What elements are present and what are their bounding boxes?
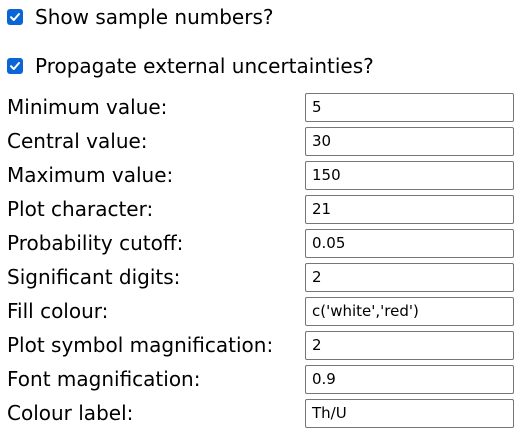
checkmark-icon	[10, 13, 20, 21]
colour-label-input[interactable]: Th/U	[305, 399, 514, 428]
plot-symbol-magnification-row: Plot symbol magnification: 2	[0, 328, 521, 362]
colour-label-label: Colour label:	[7, 401, 134, 425]
significant-digits-input[interactable]: 2	[305, 263, 514, 292]
minimum-value-label: Minimum value:	[7, 95, 168, 119]
probability-cutoff-row: Probability cutoff: 0.05	[0, 226, 521, 260]
font-magnification-row: Font magnification: 0.9	[0, 362, 521, 396]
minimum-value-row: Minimum value: 5	[0, 90, 521, 124]
font-magnification-label: Font magnification:	[7, 367, 201, 391]
maximum-value-label: Maximum value:	[7, 163, 174, 187]
probability-cutoff-label: Probability cutoff:	[7, 231, 184, 255]
settings-form: Minimum value: 5 Central value: 30 Maxim…	[0, 90, 521, 430]
fill-colour-row: Fill colour: c('white','red')	[0, 294, 521, 328]
fill-colour-input[interactable]: c('white','red')	[305, 297, 514, 326]
central-value-input[interactable]: 30	[305, 127, 514, 156]
significant-digits-label: Significant digits:	[7, 265, 181, 289]
probability-cutoff-input[interactable]: 0.05	[305, 229, 514, 258]
central-value-row: Central value: 30	[0, 124, 521, 158]
show-sample-numbers-option[interactable]: Show sample numbers?	[7, 2, 274, 32]
propagate-external-label: Propagate external uncertainties?	[35, 54, 374, 78]
show-sample-numbers-checkbox[interactable]	[7, 9, 23, 25]
significant-digits-row: Significant digits: 2	[0, 260, 521, 294]
checkmark-icon	[10, 62, 20, 70]
plot-character-label: Plot character:	[7, 197, 154, 221]
plot-character-input[interactable]: 21	[305, 195, 514, 224]
maximum-value-input[interactable]: 150	[305, 161, 514, 190]
maximum-value-row: Maximum value: 150	[0, 158, 521, 192]
plot-character-row: Plot character: 21	[0, 192, 521, 226]
central-value-label: Central value:	[7, 129, 148, 153]
plot-symbol-magnification-input[interactable]: 2	[305, 331, 514, 360]
propagate-external-option[interactable]: Propagate external uncertainties?	[7, 51, 374, 81]
propagate-external-checkbox[interactable]	[7, 58, 23, 74]
plot-symbol-magnification-label: Plot symbol magnification:	[7, 333, 274, 357]
minimum-value-input[interactable]: 5	[305, 93, 514, 122]
show-sample-numbers-label: Show sample numbers?	[35, 5, 274, 29]
colour-label-row: Colour label: Th/U	[0, 396, 521, 430]
fill-colour-label: Fill colour:	[7, 299, 109, 323]
font-magnification-input[interactable]: 0.9	[305, 365, 514, 394]
